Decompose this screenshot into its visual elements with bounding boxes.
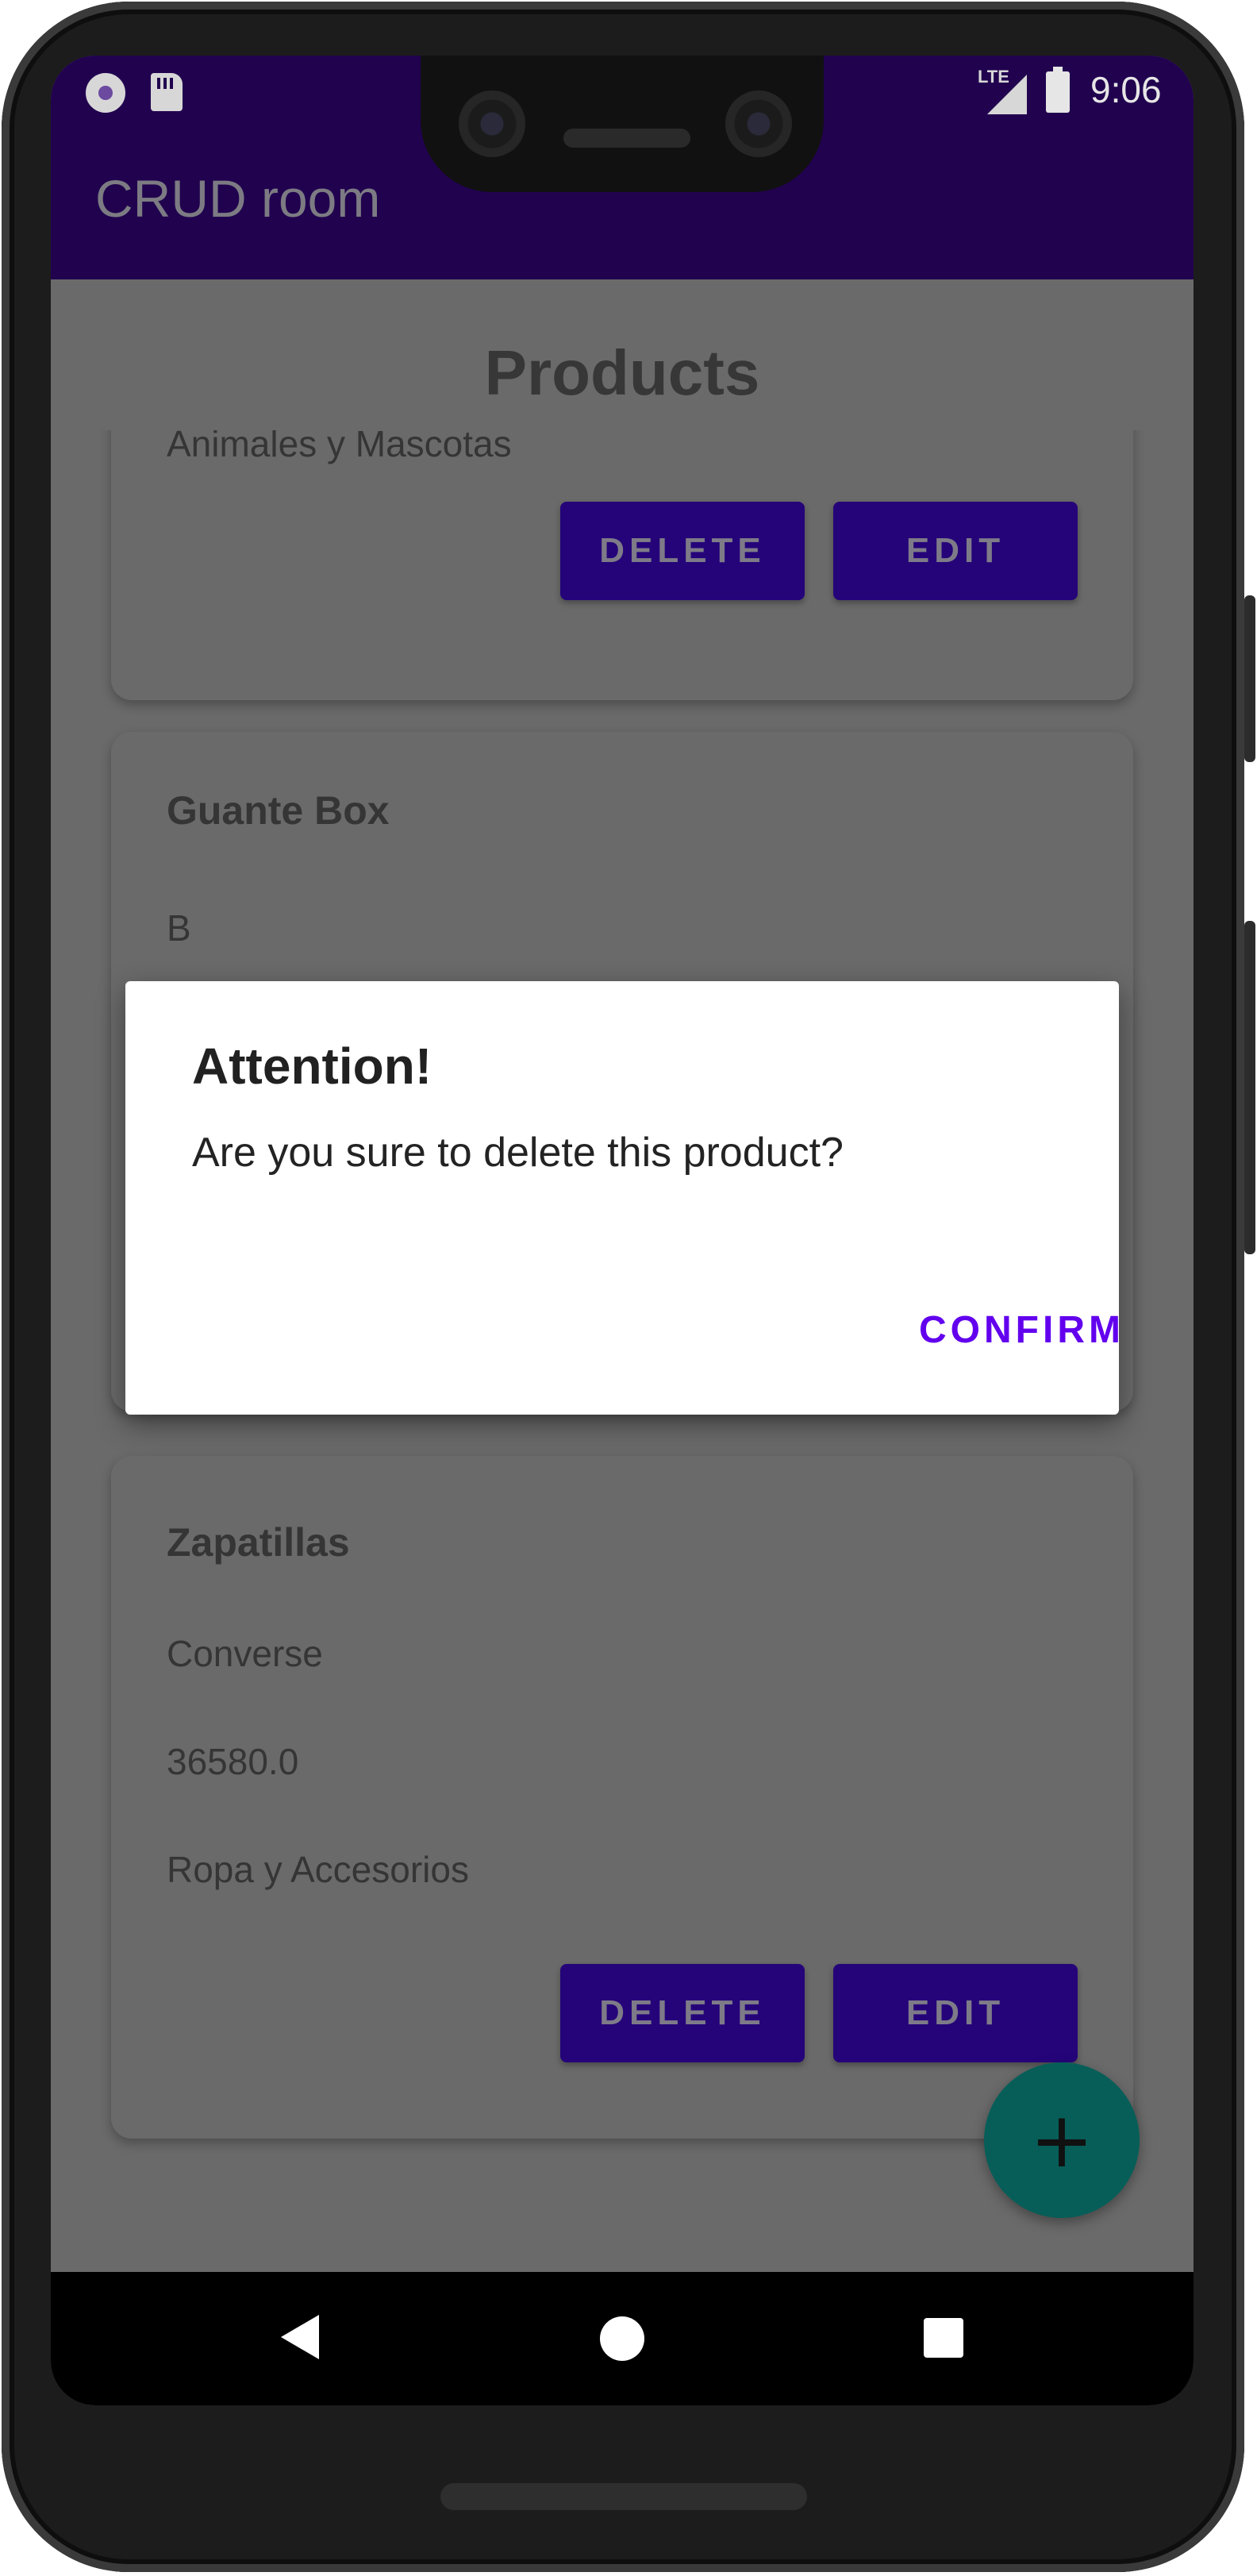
- page-title: Products: [484, 337, 760, 408]
- front-camera-icon: [725, 90, 792, 157]
- product-category: Ropa y Accesorios: [167, 1849, 469, 1890]
- bottom-speaker: [440, 2483, 807, 2510]
- delete-button[interactable]: DELETE: [560, 1964, 805, 2062]
- delete-confirmation-dialog: Attention! Are you sure to delete this p…: [125, 981, 1121, 1415]
- signal-strength-icon: [987, 75, 1027, 114]
- delete-button[interactable]: DELETE: [560, 502, 805, 600]
- navigation-bar: [51, 2272, 1194, 2405]
- front-camera-icon: [459, 90, 525, 157]
- product-name: Guante Box: [167, 788, 390, 833]
- product-category: Animales y Mascotas: [167, 430, 512, 464]
- sd-card-icon: [151, 73, 183, 111]
- add-product-button[interactable]: +: [984, 2062, 1140, 2218]
- battery-icon: [1046, 67, 1070, 113]
- dialog-message: Are you sure to delete this product?: [192, 1130, 844, 1176]
- recents-icon[interactable]: [924, 2318, 963, 2358]
- power-button: [1244, 595, 1255, 762]
- back-icon[interactable]: [281, 2315, 319, 2359]
- screen: LTE 9:06 CRUD room Products Animales y M…: [51, 56, 1194, 2405]
- add-icon: +: [1029, 2096, 1094, 2185]
- product-card: Animales y Mascotas DELETE EDIT: [111, 430, 1133, 700]
- product-name: Zapatillas: [167, 1520, 350, 1565]
- earpiece: [563, 129, 690, 148]
- record-icon: [86, 73, 125, 113]
- confirm-button[interactable]: CONFIRM: [919, 1308, 1124, 1352]
- display-notch: [421, 56, 824, 192]
- home-icon[interactable]: [600, 2316, 644, 2361]
- edit-button[interactable]: EDIT: [833, 1964, 1078, 2062]
- status-time: 9:06: [1090, 69, 1162, 110]
- product-brand: B: [167, 907, 191, 949]
- product-card: Zapatillas Converse 36580.0 Ropa y Acces…: [111, 1456, 1133, 2139]
- volume-button: [1244, 921, 1255, 1254]
- product-price: 36580.0: [167, 1741, 299, 1782]
- app-title: CRUD room: [95, 169, 381, 228]
- edit-button[interactable]: EDIT: [833, 502, 1078, 600]
- product-brand: Converse: [167, 1633, 323, 1674]
- dialog-title: Attention!: [192, 1038, 432, 1095]
